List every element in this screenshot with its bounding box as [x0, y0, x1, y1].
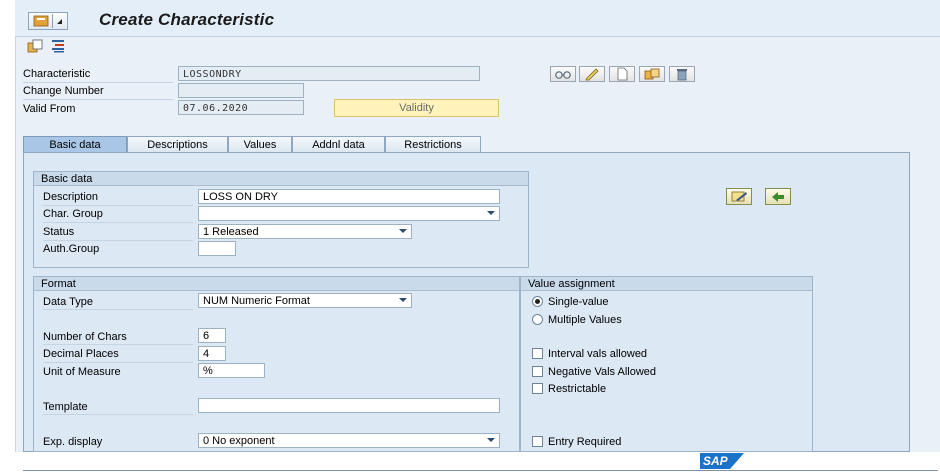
tab-addnl-data[interactable]: Addnl data [292, 136, 385, 153]
row-separator [43, 344, 193, 345]
unit-of-measure-field[interactable]: % [198, 363, 265, 378]
row-separator [43, 240, 193, 241]
unit-of-measure-label: Unit of Measure [43, 366, 121, 378]
chevron-down-icon [399, 298, 407, 302]
value-assignment-heading: Value assignment [521, 277, 812, 291]
num-chars-label: Number of Chars [43, 331, 127, 343]
entry-required-checkbox[interactable] [532, 436, 543, 447]
page-title: Create Characteristic [99, 10, 275, 29]
copy-button[interactable] [639, 66, 665, 82]
decimal-places-field[interactable]: 4 [198, 346, 226, 361]
auth-group-label: Auth.Group [43, 243, 100, 255]
valid-from-field[interactable]: 07.06.2020 [178, 100, 304, 115]
sap-logo-text: SAP [703, 454, 728, 468]
sap-logo: SAP [700, 453, 744, 469]
negative-vals-label: Negative Vals Allowed [548, 366, 657, 378]
copy-icon [644, 68, 660, 80]
classification-button[interactable] [726, 188, 752, 205]
row-separator [23, 99, 173, 100]
status-select[interactable]: 1 Released [198, 224, 412, 239]
tab-descriptions[interactable]: Descriptions [127, 136, 228, 153]
edit-button[interactable] [579, 66, 605, 82]
data-type-label: Data Type [43, 296, 93, 308]
basic-data-heading: Basic data [34, 172, 528, 186]
assign-icon [731, 191, 747, 202]
exp-display-value: 0 No exponent [203, 435, 275, 447]
other-characteristic-icon[interactable] [27, 39, 43, 53]
exp-display-select[interactable]: 0 No exponent [198, 433, 500, 448]
negative-vals-checkbox[interactable] [532, 366, 543, 377]
data-type-value: NUM Numeric Format [203, 295, 310, 307]
row-separator [43, 309, 193, 310]
characteristic-label: Characteristic [23, 68, 91, 80]
status-label: Status [43, 226, 75, 238]
chevron-down-icon [487, 438, 495, 442]
change-number-label: Change Number [23, 85, 104, 97]
single-value-radio[interactable] [532, 296, 543, 307]
bottom-rule [23, 470, 938, 471]
hierarchy-icon[interactable] [50, 39, 66, 53]
pencil-icon [585, 68, 599, 81]
valid-from-label: Valid From [23, 103, 76, 115]
characteristic-field[interactable]: LOSSONDRY [178, 66, 480, 81]
change-number-field[interactable] [178, 83, 304, 98]
delete-button[interactable] [669, 66, 695, 82]
template-label: Template [43, 401, 88, 413]
create-button[interactable] [609, 66, 635, 82]
row-separator [43, 362, 193, 363]
row-separator [43, 222, 193, 223]
data-type-select[interactable]: NUM Numeric Format [198, 293, 412, 308]
validity-button[interactable]: Validity [334, 99, 499, 117]
row-separator [43, 205, 193, 206]
num-chars-field[interactable]: 6 [198, 328, 226, 343]
description-label: Description [43, 191, 99, 203]
where-used-button[interactable] [765, 188, 791, 205]
template-field[interactable] [198, 398, 500, 413]
restrictable-label: Restrictable [548, 383, 607, 395]
interval-vals-checkbox[interactable] [532, 348, 543, 359]
char-group-label: Char. Group [43, 208, 103, 220]
row-separator [43, 414, 193, 415]
tab-values[interactable]: Values [228, 136, 292, 153]
format-heading: Format [34, 277, 519, 291]
new-page-icon [617, 67, 628, 81]
description-field[interactable]: LOSS ON DRY [198, 189, 500, 204]
interval-vals-label: Interval vals allowed [548, 348, 648, 360]
exp-display-label: Exp. display [43, 436, 103, 448]
arrows-icon [772, 192, 784, 202]
trash-icon [677, 69, 687, 81]
status-value: 1 Released [203, 226, 259, 238]
display-change-button[interactable] [550, 66, 576, 82]
tab-basic-data[interactable]: Basic data [23, 136, 127, 153]
decimal-places-label: Decimal Places [43, 348, 119, 360]
multiple-values-radio[interactable] [532, 314, 543, 325]
chevron-down-icon [399, 229, 407, 233]
sap-menu-button[interactable] [28, 12, 68, 30]
tab-restrictions[interactable]: Restrictions [385, 136, 481, 153]
multiple-values-label: Multiple Values [548, 314, 622, 326]
auth-group-field[interactable] [198, 241, 236, 256]
restrictable-checkbox[interactable] [532, 383, 543, 394]
single-value-label: Single-value [548, 296, 609, 308]
menu-icon [33, 14, 62, 28]
row-separator [23, 82, 173, 83]
entry-required-label: Entry Required [548, 436, 622, 448]
char-group-select[interactable] [198, 206, 500, 221]
chevron-down-icon [487, 211, 495, 215]
glasses-icon [555, 71, 571, 79]
